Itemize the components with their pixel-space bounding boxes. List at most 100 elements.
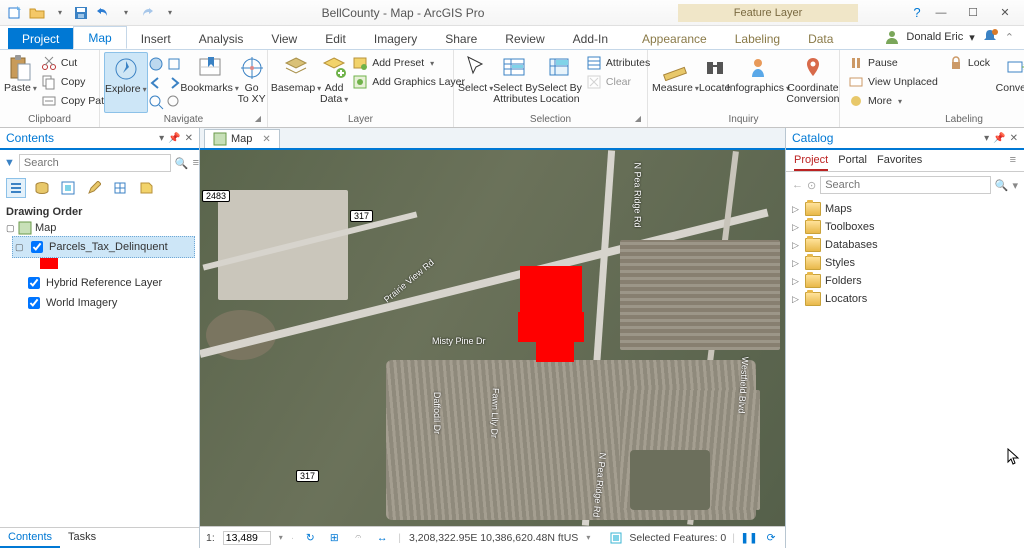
catalog-hamburger-icon[interactable]: ≡ — [1010, 154, 1016, 171]
add-preset-button[interactable]: Add Preset — [348, 54, 469, 72]
qat-open-dropdown[interactable] — [50, 4, 68, 22]
qat-customize-dropdown[interactable] — [160, 4, 178, 22]
pane-menu-icon[interactable]: ▾ — [159, 133, 164, 144]
tab-labeling[interactable]: Labeling — [721, 28, 794, 49]
measure-button[interactable]: Measure — [652, 52, 699, 113]
catalog-item-styles[interactable]: ▷Styles — [790, 254, 1020, 272]
status-snap-icon[interactable]: 𝄐 — [350, 530, 366, 546]
tab-data[interactable]: Data — [794, 28, 847, 49]
tab-share[interactable]: Share — [431, 28, 491, 49]
map-tab[interactable]: Map✕ — [204, 129, 280, 148]
attributes-button[interactable]: Attributes — [582, 54, 654, 72]
catalog-close-icon[interactable]: ✕ — [1010, 133, 1018, 144]
contents-tab[interactable]: Contents — [0, 528, 60, 548]
close-button[interactable]: ✕ — [990, 3, 1020, 23]
catalog-tab-favorites[interactable]: Favorites — [877, 154, 922, 171]
tab-imagery[interactable]: Imagery — [360, 28, 431, 49]
tab-view[interactable]: View — [257, 28, 311, 49]
map-view[interactable]: Misty Pine Dr Prairie View Rd N Pea Ridg… — [200, 150, 785, 526]
help-icon[interactable]: ? — [908, 5, 926, 20]
catalog-menu-icon[interactable]: ▾ — [984, 133, 989, 144]
notifications-icon[interactable] — [981, 28, 999, 46]
coordinate-conversion-button[interactable]: Coordinate Conversion — [786, 52, 839, 113]
catalog-item-locators[interactable]: ▷Locators — [790, 290, 1020, 308]
tab-appearance[interactable]: Appearance — [628, 28, 721, 49]
tree-layer-parcels[interactable]: ▢Parcels_Tax_Delinquent — [12, 236, 195, 258]
catalog-tab-project[interactable]: Project — [794, 154, 828, 171]
explore-button[interactable]: Explore — [104, 52, 148, 113]
catalog-item-folders[interactable]: ▷Folders — [790, 272, 1020, 290]
list-by-editing-icon[interactable] — [84, 178, 104, 198]
tab-review[interactable]: Review — [491, 28, 558, 49]
rotation-icon[interactable]: ↻ — [302, 530, 318, 546]
catalog-search-icon[interactable]: 🔍 — [995, 179, 1009, 192]
list-by-source-icon[interactable] — [32, 178, 52, 198]
collapse-ribbon-icon[interactable]: ⌃ — [1005, 31, 1014, 44]
minimize-button[interactable]: — — [926, 3, 956, 23]
tree-layer-imagery[interactable]: World Imagery — [22, 293, 195, 313]
next-extent-icon[interactable] — [166, 75, 182, 91]
close-map-tab-icon[interactable]: ✕ — [262, 134, 270, 145]
tab-edit[interactable]: Edit — [311, 28, 360, 49]
catalog-home-icon[interactable]: ⊙ — [807, 179, 816, 192]
contents-menu-icon[interactable]: ≡ — [193, 157, 199, 169]
tab-map[interactable]: Map — [73, 26, 126, 49]
pause-drawing-icon[interactable]: ❚❚ — [741, 530, 757, 546]
select-button[interactable]: Select — [458, 52, 493, 113]
locate-button[interactable]: Locate — [699, 52, 731, 113]
prev-extent-icon[interactable] — [148, 75, 164, 91]
list-by-snapping-icon[interactable] — [110, 178, 130, 198]
layer-imagery-checkbox[interactable] — [28, 297, 40, 309]
refresh-icon[interactable]: ⟳ — [763, 530, 779, 546]
add-data-button[interactable]: Add Data — [320, 52, 348, 113]
list-by-selection-icon[interactable] — [58, 178, 78, 198]
catalog-item-databases[interactable]: ▷Databases — [790, 236, 1020, 254]
qat-undo-dropdown[interactable] — [116, 4, 134, 22]
zoom-out-icon[interactable] — [166, 94, 182, 110]
catalog-back-icon[interactable]: ← — [792, 179, 803, 191]
qat-new-project-icon[interactable] — [6, 4, 24, 22]
status-constraints-icon[interactable]: ↔ — [374, 530, 390, 546]
add-graphics-layer-button[interactable]: Add Graphics Layer — [348, 73, 469, 91]
pane-pin-icon[interactable]: 📌 — [168, 133, 180, 144]
catalog-item-toolboxes[interactable]: ▷Toolboxes — [790, 218, 1020, 236]
catalog-search-menu-icon[interactable]: ▾ — [1012, 179, 1018, 192]
qat-redo-icon[interactable] — [138, 4, 156, 22]
catalog-search-input[interactable] — [820, 176, 991, 194]
convert-labels-button[interactable]: Convert — [994, 52, 1024, 113]
clear-selection-button[interactable]: Clear — [582, 73, 654, 91]
zoom-in-icon[interactable] — [148, 94, 164, 110]
tree-map-root[interactable]: ▢Map — [4, 220, 195, 236]
tab-insert[interactable]: Insert — [127, 28, 185, 49]
pause-labeling-button[interactable]: Pause — [844, 54, 942, 72]
full-extent-icon[interactable] — [148, 56, 164, 72]
catalog-tab-portal[interactable]: Portal — [838, 154, 867, 171]
layer-parcels-checkbox[interactable] — [31, 241, 43, 253]
layer-hybrid-checkbox[interactable] — [28, 277, 40, 289]
tab-addin[interactable]: Add-In — [559, 28, 622, 49]
pane-close-icon[interactable]: ✕ — [185, 133, 193, 144]
infographics-button[interactable]: Infographics — [730, 52, 786, 113]
contents-search-input[interactable] — [19, 154, 171, 172]
tree-layer-hybrid[interactable]: Hybrid Reference Layer — [22, 273, 195, 293]
paste-button[interactable]: Paste — [4, 52, 37, 113]
list-by-drawing-order-icon[interactable] — [6, 178, 26, 198]
select-by-location-button[interactable]: Select By Location — [538, 52, 582, 113]
tab-analysis[interactable]: Analysis — [185, 28, 258, 49]
status-grid-icon[interactable]: ⊞ — [326, 530, 342, 546]
lock-labeling-button[interactable]: Lock — [944, 54, 994, 72]
qat-undo-icon[interactable] — [94, 4, 112, 22]
fixed-zoom-in-icon[interactable] — [166, 56, 182, 72]
catalog-pin-icon[interactable]: 📌 — [993, 133, 1005, 144]
scale-input[interactable] — [223, 531, 271, 545]
goto-xy-button[interactable]: Go To XY — [238, 52, 266, 113]
catalog-item-maps[interactable]: ▷Maps — [790, 200, 1020, 218]
maximize-button[interactable]: ☐ — [958, 3, 988, 23]
tab-project[interactable]: Project — [8, 28, 73, 49]
bookmarks-button[interactable]: Bookmarks — [182, 52, 238, 113]
qat-save-icon[interactable] — [72, 4, 90, 22]
search-icon[interactable]: 🔍 — [175, 157, 189, 170]
tasks-tab[interactable]: Tasks — [60, 528, 104, 548]
list-by-labeling-icon[interactable] — [136, 178, 156, 198]
view-unplaced-button[interactable]: View Unplaced — [844, 73, 942, 91]
